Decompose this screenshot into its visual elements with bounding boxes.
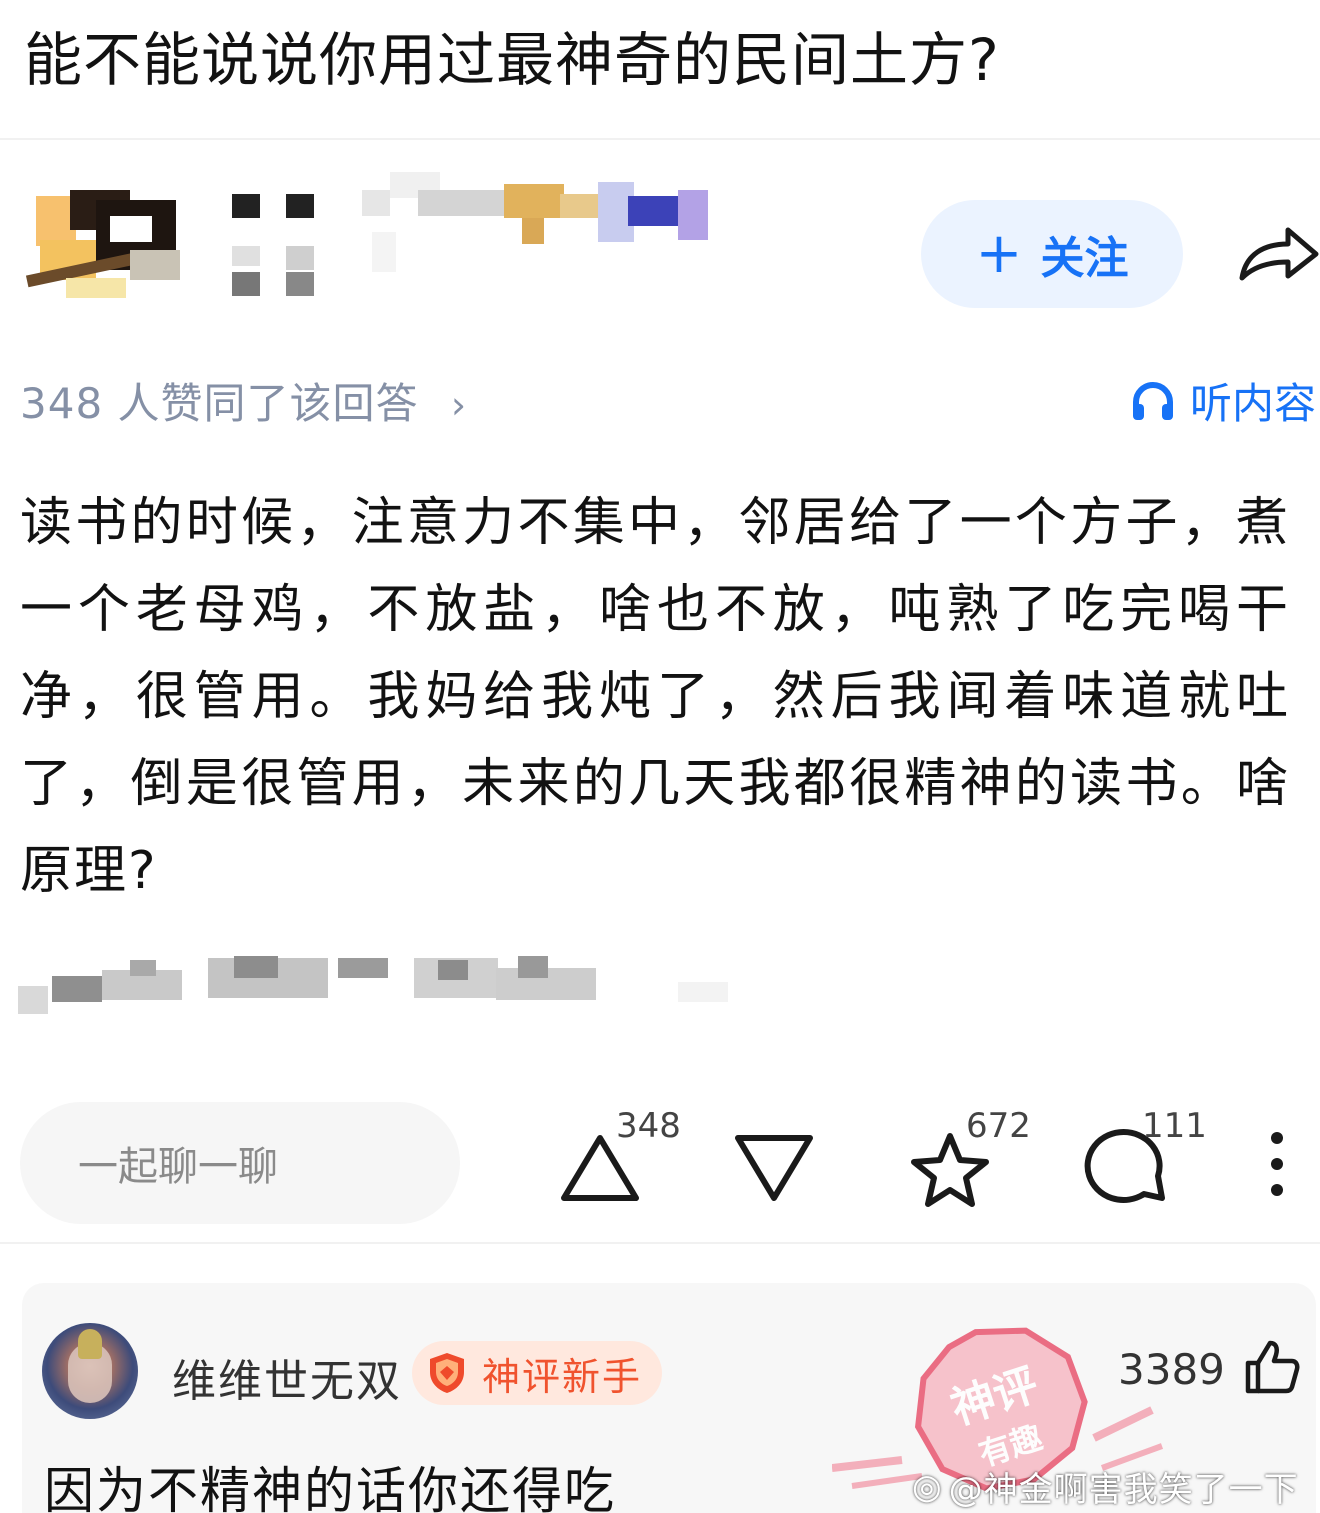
listen-label: 听内容 bbox=[1189, 379, 1316, 428]
avatar[interactable] bbox=[42, 1323, 138, 1419]
share-icon[interactable] bbox=[1234, 218, 1320, 288]
headphones-icon bbox=[1132, 381, 1173, 420]
blurred-content bbox=[18, 948, 738, 1018]
watermark: ◎ @神金啊害我笑了一下 bbox=[912, 1462, 1299, 1511]
favorite-count: 672 bbox=[966, 1106, 1031, 1146]
question-title[interactable]: 能不能说说你用过最神奇的民间土方? bbox=[24, 22, 1304, 98]
shield-badge-icon bbox=[430, 1353, 464, 1393]
follow-button[interactable]: + 关注 bbox=[921, 200, 1183, 308]
comment-count: 111 bbox=[1142, 1106, 1207, 1146]
follow-label: 关注 bbox=[1040, 233, 1129, 284]
answer-body: 读书的时候，注意力不集中，邻居给了一个方子，煮一个老母鸡，不放盐，啥也不放，吨熟… bbox=[20, 493, 1290, 901]
upvote-summary-text: 348 人赞同了该回答 bbox=[20, 379, 419, 428]
thumbs-up-icon[interactable] bbox=[1244, 1339, 1300, 1395]
upvote-button[interactable]: 348 bbox=[560, 1106, 690, 1206]
author-row: + 关注 bbox=[0, 160, 1320, 320]
plus-icon: + bbox=[975, 221, 1023, 286]
more-button[interactable] bbox=[1262, 1130, 1292, 1200]
title-divider bbox=[0, 138, 1320, 140]
downvote-button[interactable] bbox=[734, 1132, 814, 1206]
more-icon bbox=[1271, 1132, 1283, 1196]
action-divider bbox=[0, 1242, 1320, 1244]
upvote-summary[interactable]: 348 人赞同了该回答 › bbox=[20, 370, 467, 431]
status-badge: 神评新手 bbox=[412, 1341, 663, 1405]
favorite-button[interactable]: 672 bbox=[908, 1106, 1036, 1210]
comment-text: 因为不精神的话你还得吃 bbox=[44, 1462, 616, 1513]
downvote-icon bbox=[735, 1135, 813, 1201]
watermark-text: @神金啊害我笑了一下 bbox=[948, 1470, 1299, 1510]
comment-button[interactable]: 111 bbox=[1084, 1106, 1207, 1210]
weibo-logo-icon: ◎ bbox=[912, 1466, 943, 1507]
badge-label: 神评新手 bbox=[482, 1354, 643, 1399]
answer-page: 能不能说说你用过最神奇的民间土方? + 关注 348 人赞同了该回答 › 听内容… bbox=[0, 0, 1320, 1513]
upvote-count: 348 bbox=[616, 1106, 681, 1146]
listen-button[interactable]: 听内容 bbox=[1130, 370, 1316, 431]
comment-username[interactable]: 维维世无双 bbox=[172, 1345, 402, 1409]
comment-input[interactable]: 一起聊一聊 bbox=[20, 1102, 460, 1224]
chevron-right-icon: › bbox=[450, 383, 468, 427]
